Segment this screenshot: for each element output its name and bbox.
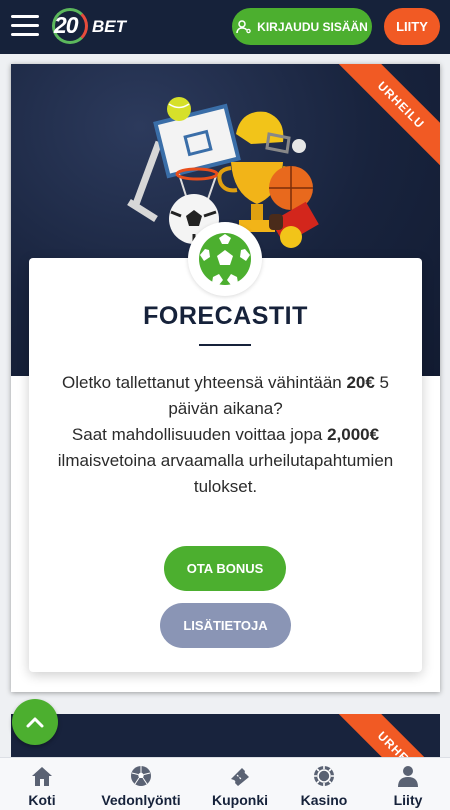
- user-key-icon: [236, 19, 251, 33]
- title-divider: [199, 344, 251, 346]
- promo-card: URHEILU FORECASTIT Oletko tallettanut yh…: [11, 64, 440, 692]
- join-button[interactable]: LIITY: [384, 8, 440, 45]
- nav-label-home: Koti: [28, 792, 56, 808]
- deposit-amount: 20€: [346, 373, 375, 392]
- soccer-ball-icon: [131, 766, 151, 786]
- menu-icon[interactable]: [11, 13, 39, 39]
- casino-chip-icon: [314, 766, 334, 786]
- login-label: KIRJAUDU SISÄÄN: [257, 19, 368, 34]
- bottom-navigation: Koti Vedonlyönti Kuponki Kasino Liity: [0, 757, 450, 810]
- nav-item-casino[interactable]: Kasino: [292, 764, 356, 809]
- soccer-ball-badge: [188, 222, 262, 296]
- chevron-up-icon: [26, 717, 44, 728]
- soccer-ball-icon: [199, 233, 251, 285]
- top-bar: 20 BET KIRJAUDU SISÄÄN LIITY: [0, 0, 450, 54]
- claim-bonus-button[interactable]: OTA BONUS: [164, 546, 286, 591]
- prize-amount: 2,000€: [327, 425, 380, 444]
- ticket-icon: [231, 768, 249, 786]
- nav-item-join[interactable]: Liity: [384, 764, 432, 809]
- nav-item-home[interactable]: Koti: [14, 764, 70, 809]
- nav-label-join: Liity: [393, 792, 423, 808]
- promo-title: FORECASTIT: [143, 302, 308, 330]
- login-button[interactable]: KIRJAUDU SISÄÄN: [232, 8, 372, 45]
- nav-item-betting[interactable]: Vedonlyönti: [94, 764, 188, 809]
- nav-label-betting: Vedonlyönti: [101, 792, 181, 808]
- more-info-button[interactable]: LISÄTIETOJA: [160, 603, 291, 648]
- promo-content: FORECASTIT Oletko tallettanut yhteensä v…: [29, 222, 422, 672]
- nav-label-betslip: Kuponki: [212, 792, 268, 808]
- nav-label-casino: Kasino: [300, 792, 348, 808]
- home-icon: [32, 767, 52, 786]
- logo[interactable]: 20 BET: [52, 8, 132, 44]
- scroll-to-top-button[interactable]: [12, 699, 58, 745]
- logo-number: 20: [54, 12, 79, 38]
- user-icon: [398, 766, 418, 787]
- promo-description: Oletko tallettanut yhteensä vähintään 20…: [57, 373, 394, 496]
- nav-item-betslip[interactable]: Kuponki: [204, 764, 276, 809]
- logo-text: BET: [92, 17, 126, 36]
